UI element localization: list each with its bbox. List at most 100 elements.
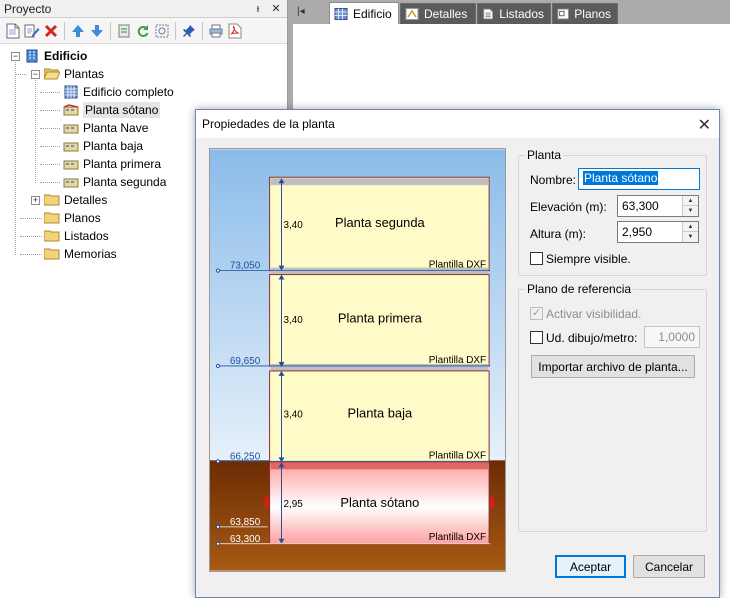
tree-item-detalles[interactable]: Detalles xyxy=(44,191,107,209)
floor-icon xyxy=(63,139,79,153)
tab-planos[interactable]: Planos xyxy=(552,3,618,24)
dialog-title: Propiedades de la planta xyxy=(202,117,335,131)
pdf-icon[interactable] xyxy=(226,21,244,41)
check-icon: ✓ xyxy=(532,307,542,319)
spin-down-icon[interactable]: ▼ xyxy=(683,206,698,216)
print-icon[interactable] xyxy=(207,21,225,41)
nombre-input[interactable]: Planta sótano xyxy=(578,168,700,190)
spin-up-icon[interactable]: ▲ xyxy=(683,222,698,232)
level-label: 63,300 xyxy=(230,534,261,545)
move-up-icon[interactable] xyxy=(69,21,87,41)
floor-icon xyxy=(63,175,79,189)
floor-name-label: Planta segunda xyxy=(335,215,426,230)
project-toolbar xyxy=(0,18,287,44)
ud-dibujo-input[interactable]: 1,0000 xyxy=(644,326,700,348)
capture-icon[interactable] xyxy=(153,21,171,41)
elevacion-stepper[interactable]: 63,300 ▲ ▼ xyxy=(617,195,699,217)
expand-toggle-plantas[interactable]: − xyxy=(31,70,40,79)
tab-label: Listados xyxy=(499,7,544,21)
tree-line xyxy=(40,110,60,111)
tab-edificio[interactable]: Edificio xyxy=(329,2,399,24)
level-marker xyxy=(215,363,221,369)
tree-label: Planta primera xyxy=(83,157,162,171)
tree-label: Planta Nave xyxy=(83,121,149,135)
close-icon[interactable]: ✕ xyxy=(269,2,283,15)
tree-item-edificio-completo[interactable]: Edificio completo xyxy=(63,83,174,101)
tree-label: Edificio completo xyxy=(83,85,174,99)
edit-icon[interactable] xyxy=(23,21,41,41)
tree-label: Planta segunda xyxy=(83,175,167,189)
spin-buttons: ▲ ▼ xyxy=(682,196,698,216)
accept-button[interactable]: Aceptar xyxy=(555,555,626,578)
import-plan-button[interactable]: Importar archivo de planta... xyxy=(531,355,695,378)
tree-item-edificio[interactable]: Edificio xyxy=(24,47,87,65)
tree-item-planta-sotano[interactable]: Planta sótano xyxy=(63,101,161,119)
detail-icon xyxy=(405,8,419,20)
activar-visibilidad-label: Activar visibilidad. xyxy=(546,307,642,321)
close-icon[interactable]: ✕ xyxy=(698,115,711,135)
template-label: Plantilla DXF xyxy=(429,260,486,271)
delete-icon[interactable] xyxy=(42,21,60,41)
floor-name-label: Planta sótano xyxy=(340,495,419,510)
tree-label: Edificio xyxy=(44,49,88,63)
selected-slab xyxy=(270,462,489,470)
floor-properties-dialog: Propiedades de la planta ✕ Planta segund… xyxy=(195,109,720,598)
floor-name-label: Planta baja xyxy=(348,406,413,421)
tree-line xyxy=(35,77,36,183)
siempre-visible-checkbox[interactable] xyxy=(530,252,543,265)
tree-label: Detalles xyxy=(64,193,108,207)
floor-height-label: 2,95 xyxy=(284,499,304,510)
tab-listados[interactable]: Listados xyxy=(477,3,551,24)
expand-toggle-edificio[interactable]: − xyxy=(11,52,20,61)
pin-icon[interactable] xyxy=(180,21,198,41)
tree-label: Listados xyxy=(64,229,109,243)
tree-line xyxy=(40,146,60,147)
template-label: Plantilla DXF xyxy=(429,355,486,366)
tab-label: Edificio xyxy=(353,6,392,21)
elevacion-value: 63,300 xyxy=(622,199,659,213)
pin-icon[interactable]: ᵻ xyxy=(251,3,265,15)
level-marker xyxy=(215,541,221,546)
tree-line xyxy=(40,128,60,129)
template-label: Plantilla DXF xyxy=(429,532,486,543)
expand-toggle-detalles[interactable]: + xyxy=(31,196,40,205)
tab-detalles[interactable]: Detalles xyxy=(400,3,476,24)
level-marker xyxy=(215,459,221,464)
tree-item-plantas[interactable]: Plantas xyxy=(44,65,104,83)
spin-down-icon[interactable]: ▼ xyxy=(683,232,698,242)
level-label: 63,850 xyxy=(230,517,261,528)
tree-item-planta-nave[interactable]: Planta Nave xyxy=(63,119,148,137)
sheet-icon[interactable] xyxy=(115,21,133,41)
altura-label: Altura (m): xyxy=(530,227,587,241)
new-page-icon[interactable] xyxy=(4,21,22,41)
tree-item-planta-primera[interactable]: Planta primera xyxy=(63,155,161,173)
blueprint-icon xyxy=(557,8,569,20)
tree-item-memorias[interactable]: Memorias xyxy=(44,245,117,263)
tree-line xyxy=(20,254,42,255)
building-grid-icon xyxy=(334,7,348,20)
tab-strip: |◂ Edificio Detalles Listados Planos xyxy=(293,0,730,24)
template-label: Plantilla DXF xyxy=(429,450,486,461)
activar-visibilidad-checkbox[interactable]: ✓ xyxy=(530,307,543,320)
tree-item-listados[interactable]: Listados xyxy=(44,227,109,245)
document-icon xyxy=(483,8,493,20)
altura-stepper[interactable]: 2,950 ▲ ▼ xyxy=(617,221,699,243)
tree-item-planta-segunda[interactable]: Planta segunda xyxy=(63,173,166,191)
tree-item-planta-baja[interactable]: Planta baja xyxy=(63,137,143,155)
level-marker xyxy=(215,268,221,273)
first-tab-icon[interactable]: |◂ xyxy=(297,6,305,17)
folder-icon xyxy=(44,229,60,243)
spin-up-icon[interactable]: ▲ xyxy=(683,196,698,206)
folder-icon xyxy=(44,211,60,225)
refresh-icon[interactable] xyxy=(134,21,152,41)
tree-item-planos[interactable]: Planos xyxy=(44,209,101,227)
level-marker xyxy=(215,524,221,529)
move-down-icon[interactable] xyxy=(88,21,106,41)
tree-label: Memorias xyxy=(64,247,117,261)
ud-dibujo-checkbox[interactable] xyxy=(530,331,543,344)
cancel-button[interactable]: Cancelar xyxy=(633,555,705,578)
open-folder-icon xyxy=(44,67,60,81)
panel-header: Proyecto ᵻ ✕ xyxy=(0,0,287,18)
panel-title: Proyecto xyxy=(4,1,52,16)
tree-line xyxy=(20,236,42,237)
